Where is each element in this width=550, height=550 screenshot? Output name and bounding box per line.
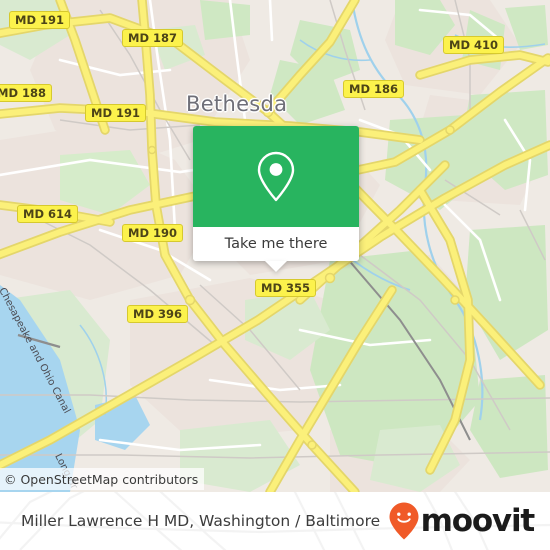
highway-shield-md410[interactable]: MD 410 [443,36,504,55]
highway-shield-md191-north[interactable]: MD 191 [9,11,70,30]
footer-place-title: Miller Lawrence H MD, Washington / Balti… [21,512,381,530]
attribution-text: © OpenStreetMap contributors [4,471,199,487]
moovit-smiley-pin-icon [389,502,419,540]
map-pin-icon [257,151,295,201]
location-popup-card[interactable]: Take me there [193,126,359,272]
moovit-wordmark: moovit [420,502,536,539]
highway-shield-md186[interactable]: MD 186 [343,80,404,99]
map-attribution[interactable]: © OpenStreetMap contributors [0,468,205,490]
popup-image-panel [193,126,359,227]
highway-shield-md191-south[interactable]: MD 191 [85,104,146,123]
highway-shield-md190[interactable]: MD 190 [122,224,183,243]
footer-bar: Miller Lawrence H MD, Washington / Balti… [0,492,550,550]
take-me-there-button[interactable]: Take me there [193,227,359,272]
popup-pointer-tail [265,261,287,272]
take-me-there-label: Take me there [224,236,328,252]
highway-shield-md188[interactable]: MD 188 [0,84,52,103]
highway-shield-md396[interactable]: MD 396 [127,305,188,324]
screenshot-root: Bethesda Chesapeake and Ohio Canal Long … [0,0,550,550]
highway-shield-md187[interactable]: MD 187 [122,29,183,48]
map-canvas[interactable]: Bethesda Chesapeake and Ohio Canal Long … [0,0,550,492]
moovit-logo[interactable]: moovit [389,502,536,540]
highway-shield-md614[interactable]: MD 614 [17,205,78,224]
highway-shield-md355[interactable]: MD 355 [255,279,316,298]
